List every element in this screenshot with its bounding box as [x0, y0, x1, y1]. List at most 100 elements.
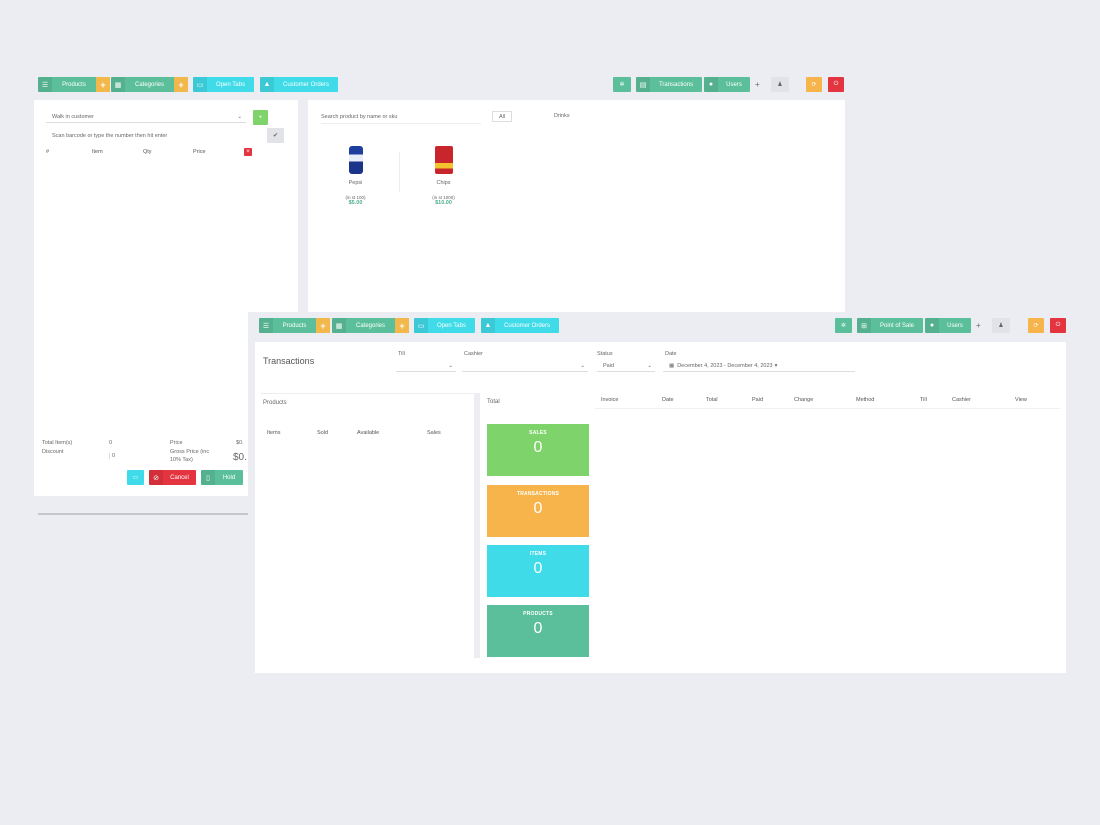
divider [399, 152, 400, 192]
customer-orders-button[interactable]: ▲ Customer Orders [481, 318, 559, 333]
till-select[interactable]: ⌄ [396, 360, 456, 372]
column-header-till: Till [920, 397, 927, 403]
product-card[interactable]: Pepsi (in st 100) $5.00 [328, 140, 383, 220]
clear-cart-icon[interactable]: × [244, 148, 252, 156]
products-card-value: 0 [533, 620, 543, 637]
refresh-button[interactable]: ⟳ [1028, 318, 1044, 333]
items-card-title: ITEMS [529, 551, 547, 557]
receipt-icon: ▤ [636, 77, 650, 92]
products-button[interactable]: ☰ Products + [38, 77, 110, 92]
wallet-icon: ▭ [132, 475, 139, 481]
grid-icon: ▦ [332, 318, 346, 333]
customer-orders-button[interactable]: ▲ Customer Orders [260, 77, 338, 92]
logout-button[interactable]: ⏻ [1050, 318, 1066, 333]
date-label: Date [665, 351, 677, 357]
column-header-items: Items [267, 430, 281, 436]
chips-bag-image [434, 146, 453, 174]
check-icon: ✔ [272, 133, 279, 139]
transactions-card-value: 0 [533, 500, 543, 517]
product-price: $10.00 [435, 200, 452, 206]
till-label: Till [398, 351, 405, 357]
cashier-select[interactable]: ⌄ [462, 360, 588, 372]
column-header-sold: Sold [317, 430, 329, 436]
gear-icon: ✲ [619, 82, 625, 88]
barcode-submit-button[interactable]: ✔ [267, 128, 284, 143]
bell-icon: ▲ [481, 318, 495, 333]
products-summary-panel: Products Items Sold Available Sales [260, 393, 476, 660]
logout-button[interactable]: ⏻ [828, 77, 844, 92]
caret-down-icon: ▾ [774, 362, 778, 369]
refresh-icon: ⟳ [811, 82, 817, 88]
date-range-picker[interactable]: ▦ December 4, 2023 - December 4, 2023 ▾ [663, 360, 855, 372]
column-header-invoice: Invoice [601, 397, 619, 403]
pay-button[interactable]: ▭ [127, 470, 144, 485]
refresh-button[interactable]: ⟳ [806, 77, 822, 92]
status-select[interactable]: Paid ⌄ [597, 360, 655, 372]
tab-icon: ▭ [193, 77, 207, 92]
cart-icon: ⊞ [857, 318, 871, 333]
chevron-down-icon: ⌄ [647, 362, 652, 369]
grid-icon: ▦ [111, 77, 125, 92]
hold-button[interactable]: ▯ Hold [201, 470, 243, 485]
total-items-value: 0 [109, 440, 113, 446]
column-header-number: # [46, 149, 50, 155]
sales-card: SALES 0 [487, 424, 589, 476]
chevron-down-icon: ⌄ [237, 113, 242, 120]
profile-button[interactable]: ♟ [992, 318, 1010, 333]
open-tabs-button[interactable]: ▭ Open Tabs [193, 77, 254, 92]
column-header-available: Available [357, 430, 380, 436]
column-header-cashier: Cashier [952, 397, 971, 403]
products-card-title: PRODUCTS [523, 611, 553, 617]
price-value: $0. [236, 440, 244, 446]
categories-button[interactable]: ▦ Categories + [332, 318, 409, 333]
add-customer-button[interactable]: + [253, 110, 268, 125]
product-search-input[interactable]: Search product by name or sku [321, 114, 481, 124]
settings-button[interactable]: ✲ [613, 77, 631, 92]
point-of-sale-button[interactable]: ⊞ Point of Sale [857, 318, 923, 333]
transactions-button[interactable]: ▤ Transactions [636, 77, 702, 92]
filter-all-tab[interactable]: All [492, 111, 512, 122]
bell-icon: ▲ [260, 77, 274, 92]
list-icon: ☰ [259, 318, 273, 333]
scrollbar[interactable] [38, 513, 248, 515]
customer-select[interactable]: Walk in customer ⌄ [46, 111, 246, 123]
profile-button[interactable]: ♟ [771, 77, 789, 92]
add-product-icon[interactable]: + [96, 77, 110, 92]
products-card: PRODUCTS 0 [487, 605, 589, 657]
product-card[interactable]: Chips (in st 1000) $10.00 [416, 140, 471, 220]
users-button[interactable]: ● Users [925, 318, 971, 333]
discount-input[interactable]: 0 [109, 453, 169, 459]
categories-button[interactable]: ▦ Categories + [111, 77, 188, 92]
user-icon: ● [925, 318, 939, 333]
power-icon: ⏻ [833, 81, 839, 87]
cancel-button[interactable]: ⊘ Cancel [149, 470, 196, 485]
products-panel: Search product by name or sku All Drinks… [308, 100, 845, 315]
users-button[interactable]: ● Users [704, 77, 750, 92]
products-summary-title: Products [263, 400, 287, 406]
total-items-label: Total Item(s) [42, 440, 73, 446]
scrollbar[interactable] [474, 393, 480, 658]
add-user-icon[interactable]: + [755, 80, 760, 89]
column-header-price: Price [193, 149, 206, 155]
chevron-down-icon: ⌄ [580, 362, 585, 369]
add-category-icon[interactable]: + [395, 318, 409, 333]
plus-icon: + [258, 114, 263, 121]
barcode-input[interactable]: Scan barcode or type the number then hit… [46, 130, 264, 142]
filter-drinks-tab[interactable]: Drinks [554, 113, 570, 119]
add-category-icon[interactable]: + [174, 77, 188, 92]
settings-button[interactable]: ✲ [835, 318, 852, 333]
transactions-panel: Transactions Till ⌄ Cashier ⌄ Status Pai… [255, 342, 1066, 673]
open-tabs-button[interactable]: ▭ Open Tabs [414, 318, 475, 333]
add-user-icon[interactable]: + [976, 321, 981, 330]
total-label: Total [487, 399, 500, 405]
column-header-total: Total [706, 397, 718, 403]
page-title: Transactions [263, 356, 315, 366]
products-button[interactable]: ☰ Products + [259, 318, 330, 333]
gross-price-label: Gross Price (inc [170, 449, 210, 455]
add-product-icon[interactable]: + [316, 318, 330, 333]
list-icon: ☰ [38, 77, 52, 92]
tab-icon: ▭ [414, 318, 428, 333]
hand-icon: ▯ [201, 470, 215, 485]
calendar-icon: ▦ [669, 362, 675, 369]
transactions-card: TRANSACTIONS 0 [487, 485, 589, 537]
